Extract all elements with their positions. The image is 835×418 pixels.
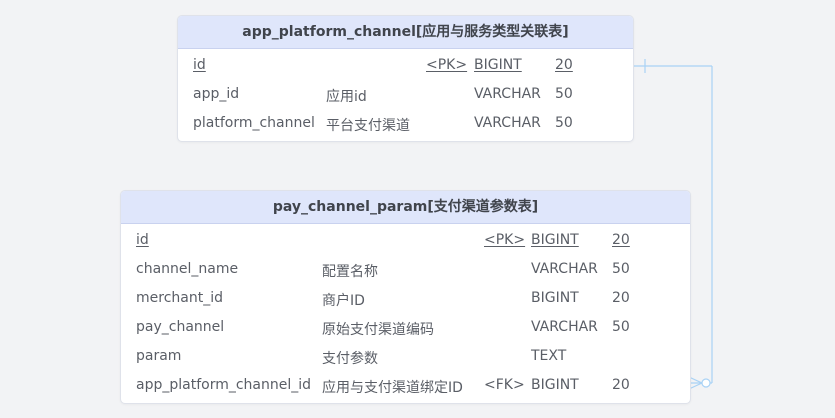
column-type: BIGINT <box>474 57 522 73</box>
column-comment: 应用与支付渠道绑定ID <box>322 380 463 396</box>
column-name: param <box>136 348 182 364</box>
column-key: <PK> <box>484 232 526 248</box>
column-row-param[interactable]: param 支付参数 TEXT <box>121 342 690 371</box>
column-length: 50 <box>612 261 630 277</box>
entity-title: app_platform_channel[应用与服务类型关联表] <box>178 16 633 49</box>
column-comment: 商户ID <box>322 293 365 309</box>
column-row-channel-name[interactable]: channel_name 配置名称 VARCHAR 50 <box>121 255 690 284</box>
column-row-merchant-id[interactable]: merchant_id 商户ID BIGINT 20 <box>121 284 690 313</box>
column-list: id <PK> BIGINT 20 app_id 应用id VARCHAR 50… <box>178 49 633 138</box>
column-name: channel_name <box>136 261 239 277</box>
column-type: VARCHAR <box>531 319 598 335</box>
entity-pay-channel-param[interactable]: pay_channel_param[支付渠道参数表] id <PK> BIGIN… <box>120 190 691 404</box>
column-name: id <box>136 232 149 248</box>
column-row-pay-channel[interactable]: pay_channel 原始支付渠道编码 VARCHAR 50 <box>121 313 690 342</box>
column-row-app-id[interactable]: app_id 应用id VARCHAR 50 <box>178 80 633 109</box>
column-type: BIGINT <box>531 290 579 306</box>
entity-app-platform-channel[interactable]: app_platform_channel[应用与服务类型关联表] id <PK>… <box>177 15 634 142</box>
one-end-marker <box>632 59 712 73</box>
column-row-platform-channel[interactable]: platform_channel 平台支付渠道 VARCHAR 50 <box>178 109 633 138</box>
column-length: 50 <box>555 86 573 102</box>
column-length: 20 <box>612 290 630 306</box>
column-comment: 应用id <box>326 89 367 105</box>
column-key: <PK> <box>426 57 468 73</box>
column-row-id[interactable]: id <PK> BIGINT 20 <box>121 226 690 255</box>
column-comment: 原始支付渠道编码 <box>322 322 434 338</box>
column-length: 20 <box>612 377 630 393</box>
column-length: 20 <box>555 57 573 73</box>
column-type: VARCHAR <box>474 115 541 131</box>
column-name: app_platform_channel_id <box>136 377 312 393</box>
column-type: VARCHAR <box>531 261 598 277</box>
column-comment: 配置名称 <box>322 264 378 280</box>
column-name: platform_channel <box>193 115 315 131</box>
column-type: BIGINT <box>531 377 579 393</box>
column-list: id <PK> BIGINT 20 channel_name 配置名称 VARC… <box>121 224 690 400</box>
column-row-app-platform-channel-id[interactable]: app_platform_channel_id 应用与支付渠道绑定ID <FK>… <box>121 371 690 400</box>
column-row-id[interactable]: id <PK> BIGINT 20 <box>178 51 633 80</box>
column-length: 50 <box>612 319 630 335</box>
column-type: BIGINT <box>531 232 579 248</box>
column-name: pay_channel <box>136 319 225 335</box>
connector-line <box>689 66 713 384</box>
entity-title: pay_channel_param[支付渠道参数表] <box>121 191 690 224</box>
column-name: app_id <box>193 86 240 102</box>
column-comment: 平台支付渠道 <box>326 118 410 134</box>
column-length: 20 <box>612 232 630 248</box>
column-name: merchant_id <box>136 290 223 306</box>
column-length: 50 <box>555 115 573 131</box>
column-type: VARCHAR <box>474 86 541 102</box>
column-comment: 支付参数 <box>322 351 378 367</box>
many-end-marker <box>688 376 711 390</box>
column-type: TEXT <box>531 348 567 364</box>
column-name: id <box>193 57 206 73</box>
column-key: <FK> <box>484 377 525 393</box>
